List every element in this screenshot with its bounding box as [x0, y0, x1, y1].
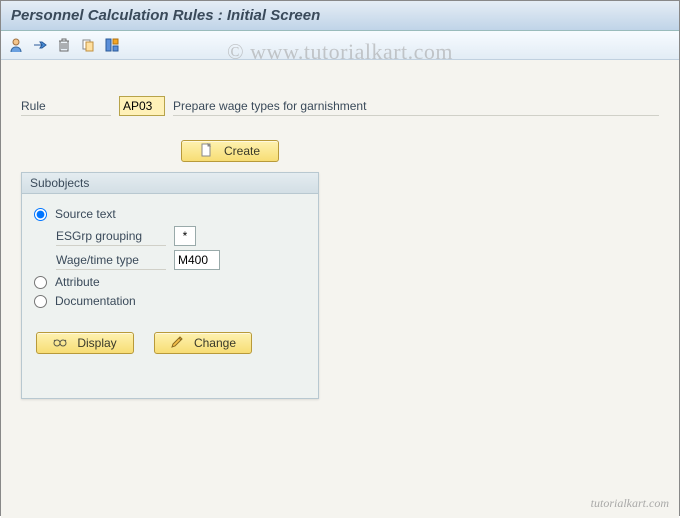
new-doc-icon	[200, 143, 214, 160]
rule-description: Prepare wage types for garnishment	[173, 97, 659, 116]
radio-source-text[interactable]: Source text	[34, 207, 306, 221]
subobjects-group: Subobjects Source text ESGrp grouping Wa…	[21, 172, 319, 399]
footer-watermark: tutorialkart.com	[591, 496, 669, 511]
layout-icon[interactable]	[103, 36, 121, 54]
rule-input[interactable]	[119, 96, 165, 116]
radio-attribute-input[interactable]	[34, 276, 47, 289]
delete-icon[interactable]	[55, 36, 73, 54]
radio-attribute[interactable]: Attribute	[34, 275, 306, 289]
pencil-icon	[170, 335, 184, 352]
display-button[interactable]: Display	[36, 332, 134, 354]
radio-attribute-label: Attribute	[55, 275, 100, 289]
create-button[interactable]: Create	[181, 140, 279, 162]
radio-documentation-label: Documentation	[55, 294, 136, 308]
radio-source-text-input[interactable]	[34, 208, 47, 221]
radio-documentation[interactable]: Documentation	[34, 294, 306, 308]
transport-icon[interactable]	[31, 36, 49, 54]
app-toolbar	[1, 31, 679, 60]
wagetype-label: Wage/time type	[56, 251, 166, 270]
esgrp-row: ESGrp grouping	[56, 226, 306, 246]
wagetype-input[interactable]	[174, 250, 220, 270]
create-row: Create	[21, 140, 659, 162]
action-button-row: Display Change	[34, 332, 306, 354]
esgrp-label: ESGrp grouping	[56, 227, 166, 246]
radio-source-text-label: Source text	[55, 207, 116, 221]
glasses-icon	[53, 335, 67, 352]
copy-icon[interactable]	[79, 36, 97, 54]
create-button-label: Create	[224, 144, 260, 158]
radio-documentation-input[interactable]	[34, 295, 47, 308]
main-content: Rule Prepare wage types for garnishment …	[1, 60, 679, 518]
wagetype-row: Wage/time type	[56, 250, 306, 270]
display-button-label: Display	[77, 336, 116, 350]
change-button[interactable]: Change	[154, 332, 252, 354]
change-button-label: Change	[194, 336, 236, 350]
subobjects-title: Subobjects	[22, 173, 318, 194]
user-icon[interactable]	[7, 36, 25, 54]
page-title: Personnel Calculation Rules : Initial Sc…	[1, 1, 679, 31]
rule-label: Rule	[21, 97, 111, 116]
rule-row: Rule Prepare wage types for garnishment	[21, 96, 659, 116]
esgrp-input[interactable]	[174, 226, 196, 246]
